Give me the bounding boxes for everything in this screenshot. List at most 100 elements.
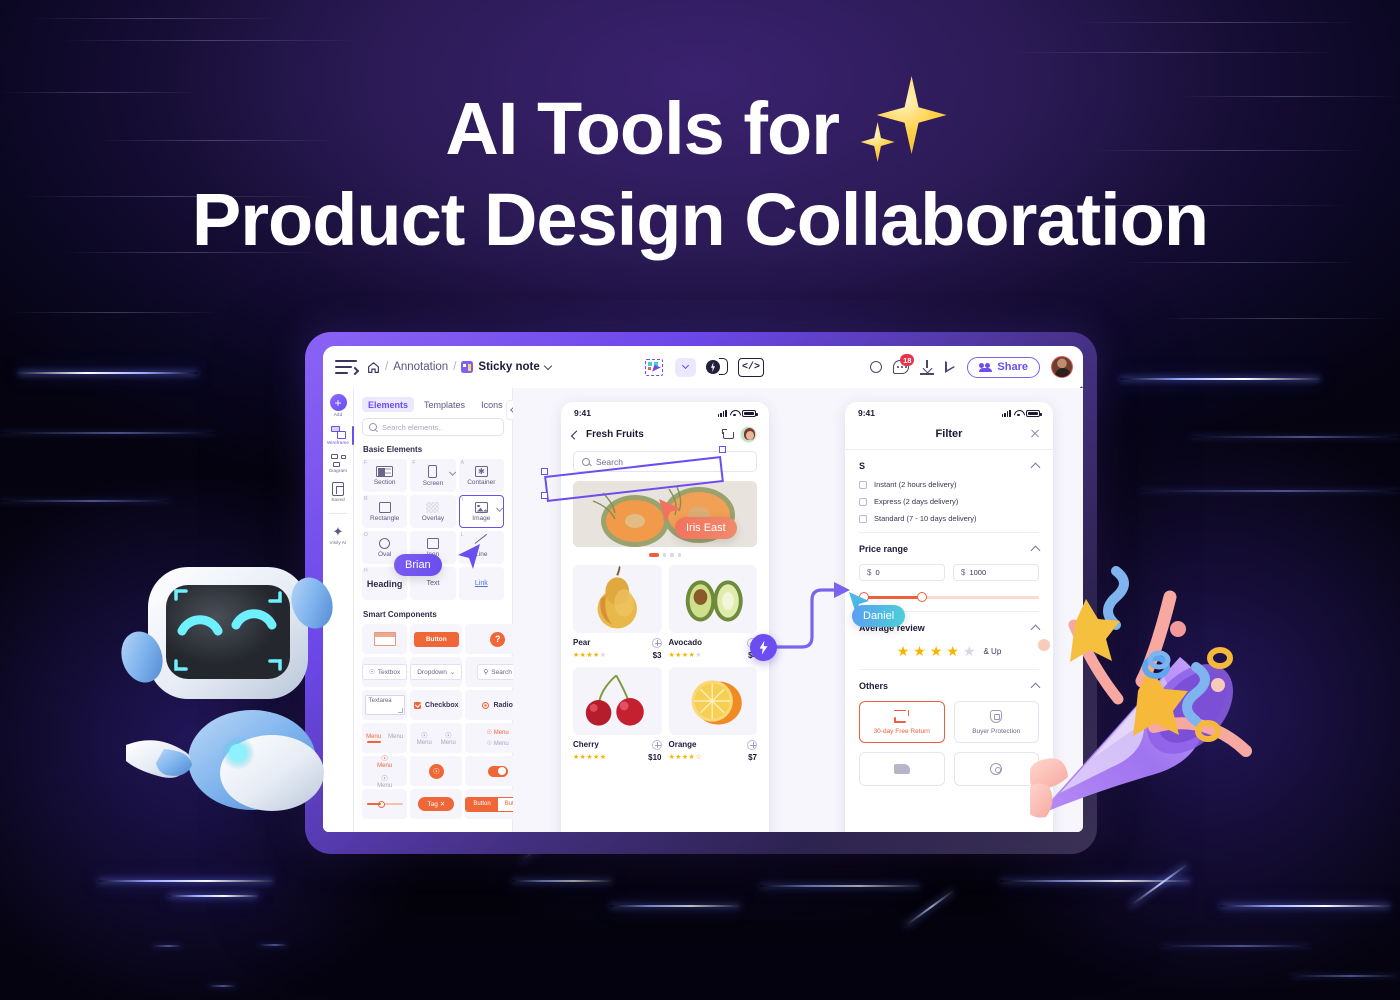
option-shipping-box[interactable]	[859, 752, 945, 786]
component-vertical-menu[interactable]: ☉ Menu ☉ Menu	[362, 754, 408, 789]
selection-handle[interactable]	[541, 492, 548, 499]
component-checkbox[interactable]: Checkbox	[410, 690, 463, 720]
comment-icon[interactable]: 18	[893, 354, 915, 374]
component-tag[interactable]: Tag ✕	[410, 789, 463, 819]
image-icon	[474, 501, 488, 513]
annotation-name-brian[interactable]: Brian	[394, 554, 442, 576]
add-circle-icon[interactable]	[747, 739, 757, 750]
avatar[interactable]	[1051, 356, 1073, 378]
component-textbox[interactable]: ☉ Textbox	[362, 657, 408, 687]
option-free-return[interactable]: 30-day Free Return	[859, 701, 945, 743]
selection-handle[interactable]	[719, 446, 726, 453]
sidebar-item-wireframe[interactable]: Wireframe	[323, 426, 354, 445]
checkbox-icon[interactable]	[859, 514, 867, 523]
breadcrumb-separator: /	[385, 361, 389, 373]
element-container[interactable]: A ✱ Container	[458, 459, 504, 492]
chevron-down-icon[interactable]	[543, 361, 553, 370]
product-card-cherry[interactable]: Cherry ★★★★★ $10	[573, 666, 662, 762]
user-avatar[interactable]	[740, 426, 757, 443]
search-icon[interactable]	[870, 361, 883, 373]
product-card-pear[interactable]: Pear ★★★★★ $3	[573, 564, 662, 660]
chevron-down-icon[interactable]	[448, 468, 456, 476]
link-icon: Link	[474, 580, 488, 587]
comments-badge: 18	[900, 354, 915, 366]
element-section[interactable]: F Section	[362, 459, 408, 492]
download-icon[interactable]	[920, 359, 935, 375]
search-input[interactable]: Search elements..	[362, 418, 504, 436]
checkbox-row[interactable]: Instant (2 hours delivery)	[859, 480, 1039, 489]
option-buyer-protection[interactable]: Buyer Protection	[953, 701, 1039, 743]
checkbox-icon[interactable]	[859, 480, 867, 489]
sidebar-item-saved[interactable]: Saved	[323, 482, 353, 502]
icon-placeholder-icon	[426, 537, 439, 549]
chevron-up-icon[interactable]	[1030, 545, 1041, 556]
price-min-input[interactable]: $ 0	[859, 564, 945, 581]
element-label: Rectangle	[370, 514, 400, 522]
sidebar-item-diagram[interactable]: Diagram	[323, 454, 353, 473]
review-stars[interactable]: ★ ★ ★ ★ ★ & Up	[859, 643, 1039, 660]
code-tool-button[interactable]: </>	[738, 357, 764, 377]
home-icon[interactable]	[367, 361, 380, 374]
price-range-slider[interactable]	[859, 592, 1039, 602]
bolt-icon[interactable]	[750, 634, 777, 661]
shortcut-key: A	[460, 460, 464, 466]
tool-dropdown-button[interactable]	[675, 357, 696, 377]
plus-circle-icon: +	[329, 394, 347, 411]
element-rectangle[interactable]: R Rectangle	[362, 495, 408, 528]
component-dropdown[interactable]: Dropdown ⌄	[410, 657, 463, 687]
checkbox-row[interactable]: Standard (7 - 10 days delivery)	[859, 514, 1039, 523]
component-icon-menu[interactable]: ☉ Menu ☉ Menu	[410, 723, 463, 753]
flow-connector[interactable]	[750, 572, 860, 677]
quick-action-tool-button[interactable]	[705, 356, 729, 378]
button-icon: Button	[413, 631, 459, 647]
component-textarea[interactable]: Textarea	[362, 690, 408, 720]
element-screen[interactable]: F Screen	[410, 459, 456, 492]
component-button[interactable]: Button	[410, 624, 463, 654]
checkbox-icon[interactable]	[859, 497, 867, 506]
search-icon	[369, 423, 377, 431]
cart-icon[interactable]	[722, 429, 734, 440]
chevron-down-icon[interactable]	[496, 504, 504, 512]
breadcrumb: / Annotation / Sticky note	[367, 361, 553, 374]
chevron-left-icon[interactable]	[570, 429, 581, 440]
component-table[interactable]	[362, 624, 408, 654]
checkbox-row[interactable]: Express (2 days delivery)	[859, 497, 1039, 506]
component-tab-menu[interactable]: Menu Menu	[362, 723, 408, 753]
annotation-name-iris-east[interactable]: Iris East	[675, 517, 737, 539]
share-button[interactable]: Share	[967, 356, 1040, 378]
price-max-input[interactable]: $ 1000	[953, 564, 1039, 581]
component-avatar[interactable]: ☉	[410, 756, 463, 786]
select-tool-button[interactable]	[642, 356, 666, 378]
breadcrumb-page[interactable]: Annotation	[393, 361, 448, 373]
currency-symbol: $	[867, 568, 872, 577]
screen-icon	[428, 464, 438, 478]
add-circle-icon[interactable]	[651, 739, 662, 750]
sidebar-item-label: Add	[333, 412, 343, 417]
sidebar-item-add[interactable]: + Add	[323, 394, 353, 417]
product-card-orange[interactable]: Orange ★★★★☆ $7	[668, 666, 757, 762]
chevron-up-icon[interactable]	[1030, 462, 1041, 473]
play-icon[interactable]	[945, 360, 956, 374]
target-icon	[990, 763, 1003, 775]
breadcrumb-current[interactable]: Sticky note	[478, 361, 539, 373]
close-icon[interactable]	[1030, 428, 1040, 438]
selection-handle[interactable]	[541, 468, 548, 475]
element-image[interactable]: I Image	[458, 495, 504, 528]
component-slider[interactable]	[362, 789, 408, 819]
annotation-name-daniel[interactable]: Daniel	[852, 605, 906, 627]
tab-icons[interactable]: Icons	[475, 397, 509, 412]
circuit-line-glow	[1120, 378, 1320, 380]
element-overlay[interactable]: Overlay	[410, 495, 456, 528]
product-card-avocado[interactable]: Avocado ★★★★★ $4	[668, 564, 757, 660]
toolbar-center: </>	[642, 356, 764, 378]
hamburger-menu-icon[interactable]	[335, 359, 360, 376]
breadcrumb-separator: /	[453, 361, 457, 373]
tab-elements[interactable]: Elements	[362, 397, 415, 412]
slider-knob-max[interactable]	[917, 592, 927, 602]
checkbox-label: Express (2 days delivery)	[874, 497, 959, 506]
tab-templates[interactable]: Templates	[418, 397, 471, 412]
sidebar-item-visily-ai[interactable]: ✦ Visily AI	[323, 525, 353, 546]
option-target[interactable]	[953, 752, 1039, 786]
add-circle-icon[interactable]	[651, 637, 662, 648]
app-body: + Add Wireframe Diagram Saved ✦ Visily A…	[323, 388, 1083, 832]
